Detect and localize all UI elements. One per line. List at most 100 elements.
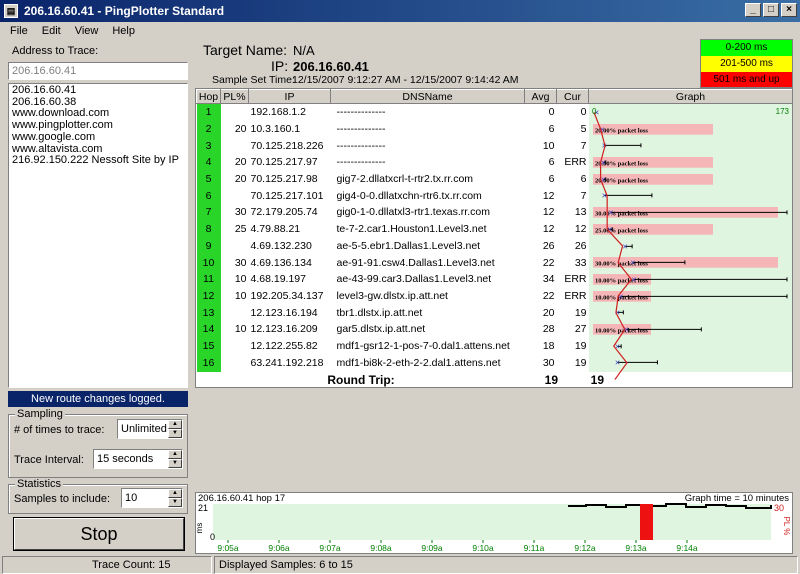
cell-dns: ae-5-5.ebr1.Dallas1.Level3.net [336,239,481,252]
cell-cur: 6 [580,173,587,186]
column-header-pl[interactable]: PL% [220,89,249,104]
menu-view[interactable]: View [75,25,99,37]
time-graph[interactable]: 21 0 ms 30 PL % 9:05a 9:06a 9:07a 9:08a 9:09a 9:10… [196,502,792,554]
stop-button[interactable]: Stop [14,518,184,550]
cell-graph: 10.00% packet loss × [588,287,792,305]
cell-pl: 10 [234,273,247,286]
cell-hop: 3 [196,137,221,155]
cell-hop: 5 [196,170,221,188]
cell-dns: gig4-0-0.dllatxchn-rtr6.tx.rr.com [336,189,482,202]
current-latency-marker: × [600,174,605,184]
column-header-avg[interactable]: Avg [524,89,557,104]
cell-pl: 10 [234,323,247,336]
spin-down-icon[interactable]: ▼ [168,459,182,468]
trace-interval-label: Trace Interval: [14,454,84,466]
cell-graph: × [588,237,792,255]
trace-interval-spinner[interactable]: 15 seconds ▲ ▼ [93,449,183,469]
table-row[interactable]: 6 70.125.217.101 gig4-0-0.dllatxchn-rtr6.t… [196,187,792,205]
time-graph-plot-area [213,504,771,540]
time-graph-panel: 206.16.60.41 hop 17 Graph time = 10 minu… [195,492,793,554]
table-row[interactable]: 3 70.125.218.226 -------------- 10 7 × [196,137,792,155]
route-change-notice: New route changes logged. [8,391,188,407]
time-axis-label: 9:10a [472,543,494,553]
cell-cur: 27 [574,323,587,336]
current-latency-marker: × [614,358,619,368]
current-latency-marker: × [594,107,599,117]
time-axis-label: 9:13a [625,543,647,553]
sample-set-time-label: Sample Set Time: [212,74,295,86]
spin-down-icon[interactable]: ▼ [168,498,182,507]
table-row[interactable]: 11 10 4.68.19.197 ae-43-99.car3.Dallas1.Lev… [196,270,792,288]
close-button[interactable]: × [781,3,797,17]
column-header-dnsname[interactable]: DNSName [330,89,525,104]
table-row[interactable]: 10 30 4.69.136.134 ae-91-91.csw4.Dallas1.Le… [196,254,792,271]
spin-up-icon[interactable]: ▲ [168,450,182,459]
menu-file[interactable]: File [10,25,28,37]
history-item[interactable]: 216.92.150.222 Nessoft Site by IP [12,155,184,167]
packet-loss-text: 30.00% packet loss [595,211,648,218]
cell-pl [221,338,249,355]
cell-cur: 13 [574,206,587,219]
cell-graph: × [588,337,792,355]
table-row[interactable]: 16 63.241.192.218 mdf1-bi8k-2-eth-2-2.dal1… [196,354,792,371]
table-row[interactable]: 8 25 4.79.88.21 te-7-2.car1.Houston1.Level3… [196,220,792,238]
table-row[interactable]: 15 12.122.255.82 mdf1-gsr12-1-pos-7-0.dal1… [196,337,792,355]
cell-graph: 20.00% packet loss × [588,170,792,188]
cell-hop: 9 [196,237,221,255]
table-row[interactable]: 7 30 72.179.205.74 gig0-1-0.dllatxl3-rtr1.t… [196,204,792,221]
spin-down-icon[interactable]: ▼ [168,429,182,438]
minimize-button[interactable]: _ [745,3,761,17]
trace-table-container: Hop PL% IP DNSName Avg Cur Graph 1 192.168.1.2 -… [195,88,793,388]
column-header-graph[interactable]: Graph [588,89,792,104]
time-axis-label: 9:05a [217,543,239,553]
cell-dns: level3-gw.dlstx.ip.att.net [336,289,448,302]
menu-edit[interactable]: Edit [42,25,61,37]
cell-ip: 4.79.88.21 [250,223,301,236]
table-row[interactable]: 5 20 70.125.217.98 gig7-2.dllatxcrl-t-rtr2.… [196,170,792,188]
cell-pl: 25 [234,223,247,236]
round-trip-label: Round Trip: [327,373,395,387]
column-header-cur[interactable]: Cur [556,89,589,104]
cell-avg: 10 [542,139,555,152]
current-latency-marker: × [614,341,619,351]
table-row[interactable]: 1 192.168.1.2 -------------- 0 0 × [196,103,792,121]
history-item[interactable]: 206.16.60.41 [12,84,184,97]
spin-up-icon[interactable]: ▲ [168,489,182,498]
table-row[interactable]: 9 4.69.132.230 ae-5-5.ebr1.Dallas1.Level3.… [196,237,792,255]
table-row[interactable]: 13 12.123.16.194 tbr1.dlstx.ip.att.net 20 19… [196,304,792,321]
cell-cur: 5 [580,123,587,136]
cell-avg: 28 [542,323,555,336]
cell-dns: ae-43-99.car3.Dallas1.Level3.net [336,273,492,286]
cell-avg: 22 [542,256,555,269]
cell-graph: 30.00% packet loss × [588,204,792,221]
time-graph-right-max: 30 [774,503,784,513]
cell-dns: gar5.dlstx.ip.att.net [336,323,426,336]
cell-pl [221,304,249,321]
menu-help[interactable]: Help [112,25,135,37]
column-header-hop[interactable]: Hop [196,89,221,104]
address-history-list[interactable]: 206.16.60.41 206.16.60.38 www.download.com… [8,83,188,388]
maximize-button[interactable]: □ [763,3,779,17]
time-graph-yzero: 0 [210,532,215,542]
table-row[interactable]: 14 10 12.123.16.209 gar5.dlstx.ip.att.net 28… [196,320,792,338]
table-row[interactable]: 4 20 70.125.217.97 -------------- 6 ERR 20.00%… [196,154,792,171]
time-axis-label: 9:12a [574,543,596,553]
cell-cur: 33 [574,256,587,269]
time-graph-ylabel: ms [196,523,204,534]
address-input[interactable]: 206.16.60.41 [8,62,188,80]
times-to-trace-spinner[interactable]: Unlimited ▲ ▼ [117,419,183,439]
column-header-ip[interactable]: IP [248,89,331,104]
cell-hop: 7 [196,204,221,221]
samples-to-include-spinner[interactable]: 10 ▲ ▼ [121,488,183,508]
table-row[interactable]: 2 20 10.3.160.1 -------------- 6 5 20.00% pack… [196,120,792,138]
cell-ip: 70.125.217.97 [250,156,318,169]
cell-ip: 12.123.16.194 [250,306,318,319]
table-row[interactable]: 12 10 192.205.34.137 level3-gw.dlstx.ip.att… [196,287,792,305]
cell-avg: 30 [542,356,555,369]
cell-dns: gig0-1-0.dllatxl3-rtr1.texas.rr.com [336,206,490,219]
history-item[interactable]: www.google.com [12,131,184,144]
round-trip-row: Round Trip: 19 19 [196,372,792,387]
cell-hop: 13 [196,304,221,321]
spin-up-icon[interactable]: ▲ [168,420,182,429]
round-trip-avg: 19 [544,373,558,387]
